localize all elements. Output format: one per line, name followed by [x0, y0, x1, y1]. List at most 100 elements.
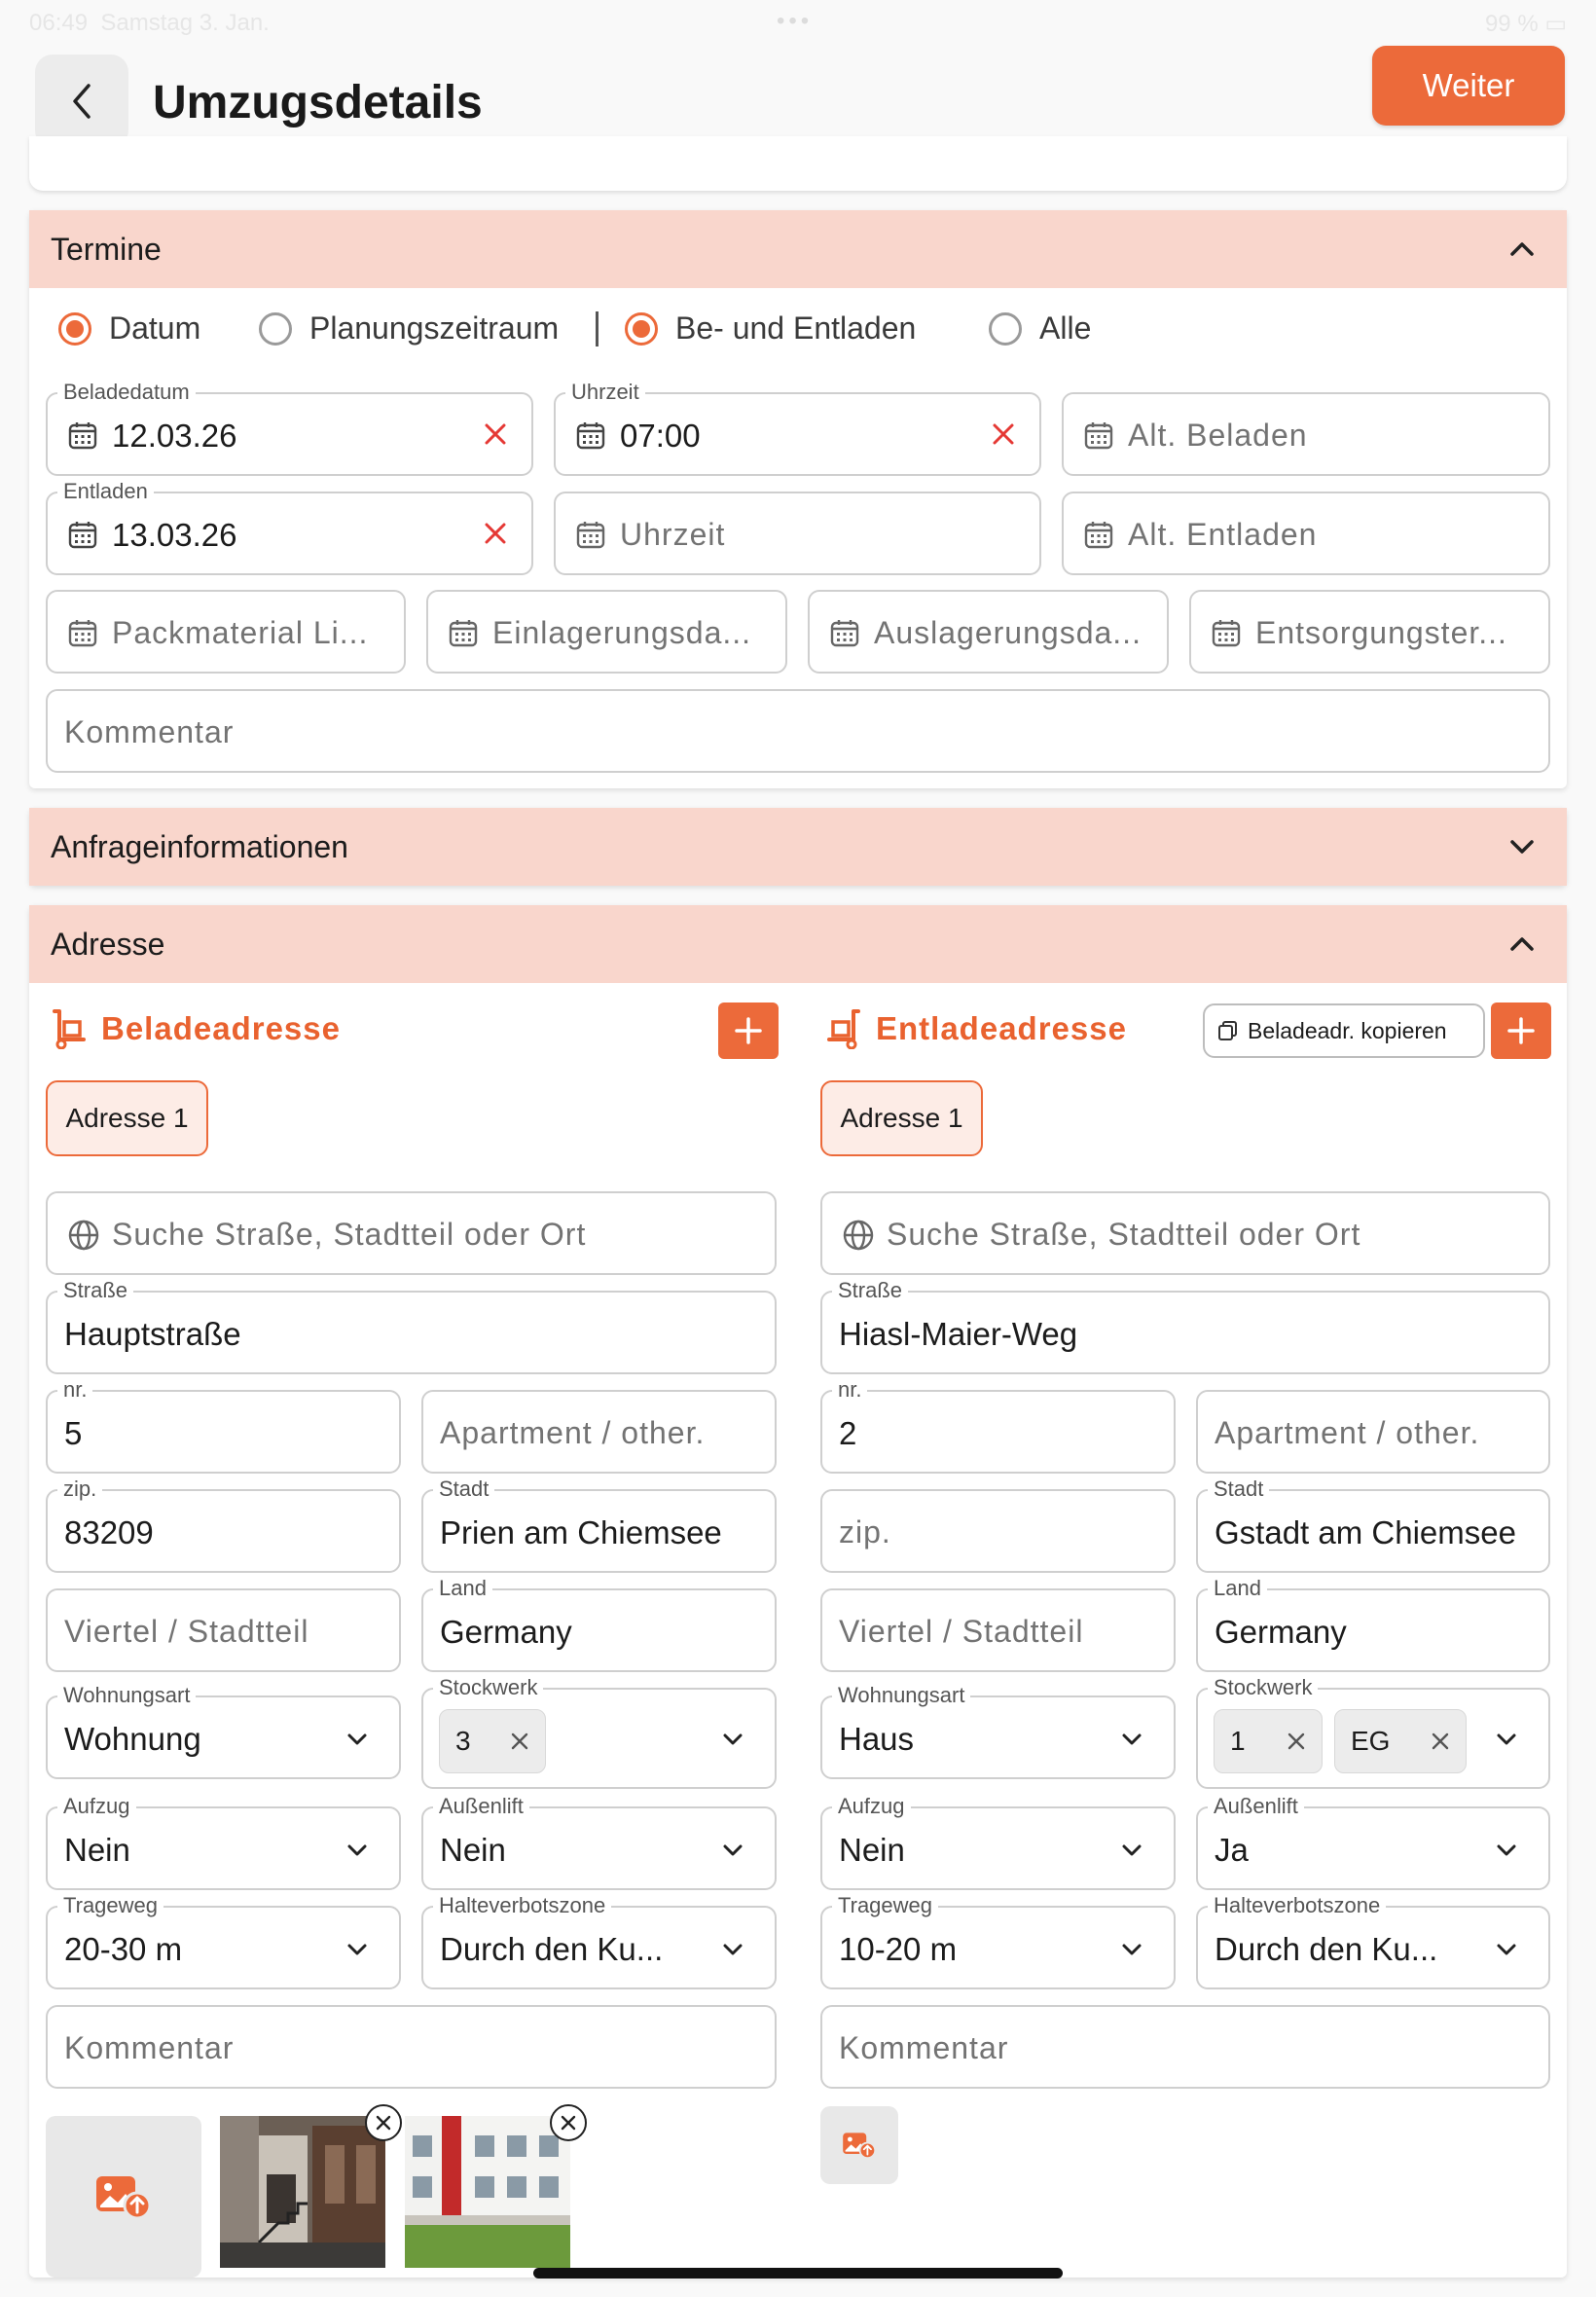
- field-value: Haus: [839, 1721, 915, 1757]
- beladeadresse-tab-1[interactable]: Adresse 1: [46, 1080, 208, 1156]
- close-icon[interactable]: [508, 1730, 531, 1753]
- uhrzeit-beladen-field[interactable]: Uhrzeit 07:00: [554, 381, 1041, 476]
- belade-photo-upload-button[interactable]: [46, 2116, 201, 2278]
- calendar-icon: [1084, 522, 1113, 549]
- entlade-stockwerk-select[interactable]: Stockwerk 1 EG: [1196, 1676, 1550, 1789]
- anfrage-header[interactable]: Anfrageinformationen: [29, 808, 1567, 886]
- status-time: 06:49 Samstag 3. Jan.: [29, 10, 270, 36]
- belade-stadt-field[interactable]: Stadt Prien am Chiemsee: [421, 1477, 777, 1573]
- alt-beladen-field[interactable]: Alt. Beladen: [1062, 392, 1550, 476]
- belade-wohnungsart-select[interactable]: Wohnungsart Wohnung: [46, 1684, 401, 1779]
- entlade-nr-field[interactable]: nr. 2: [820, 1378, 1176, 1474]
- field-label: Aufzug: [57, 1795, 136, 1818]
- back-button[interactable]: [35, 55, 128, 148]
- entlade-aufzug-select[interactable]: Aufzug Nein: [820, 1795, 1176, 1890]
- entlade-halteverbotszone-select[interactable]: Halteverbotszone Durch den Ku...: [1196, 1894, 1550, 1989]
- add-entladeadresse-button[interactable]: [1491, 1003, 1551, 1059]
- belade-aufzug-select[interactable]: Aufzug Nein: [46, 1795, 401, 1890]
- entlade-search-field[interactable]: Suche Straße, Stadtteil oder Ort: [820, 1191, 1550, 1275]
- field-placeholder: Viertel / Stadtteil: [64, 1614, 309, 1649]
- stairwell-photo[interactable]: [220, 2116, 385, 2268]
- entsorgungstermin-field[interactable]: Entsorgungster...: [1189, 590, 1550, 674]
- hand-truck-icon: [53, 1009, 86, 1049]
- stockwerk-chip[interactable]: EG: [1334, 1709, 1467, 1773]
- field-label: Stockwerk: [1208, 1676, 1319, 1699]
- radio-planungszeitraum[interactable]: Planungszeitraum: [259, 310, 559, 346]
- belade-apartment-field[interactable]: Apartment / other.: [421, 1390, 777, 1474]
- chevron-down-icon: [1122, 1844, 1142, 1856]
- entlade-photo-upload-button[interactable]: [820, 2106, 898, 2184]
- entlade-stadt-field[interactable]: Stadt Gstadt am Chiemsee: [1196, 1477, 1550, 1573]
- entlade-kommentar-field[interactable]: Kommentar: [820, 2005, 1550, 2089]
- field-label: Stockwerk: [433, 1676, 544, 1699]
- battery-indicator: 99 % ▭: [1484, 11, 1567, 37]
- uhrzeit-entladen-field[interactable]: Uhrzeit: [554, 492, 1041, 575]
- radio-datum[interactable]: Datum: [58, 310, 200, 346]
- belade-trageweg-select[interactable]: Trageweg 20-30 m: [46, 1894, 401, 1989]
- chevron-up-icon: [1510, 242, 1534, 256]
- einlagerungsdatum-field[interactable]: Einlagerungsda...: [426, 590, 787, 674]
- field-label: Halteverbotszone: [1208, 1894, 1387, 1917]
- next-button[interactable]: Weiter: [1372, 46, 1565, 126]
- chevron-down-icon: [347, 1733, 367, 1745]
- alt-entladen-field[interactable]: Alt. Entladen: [1062, 492, 1550, 575]
- close-icon[interactable]: [1429, 1730, 1452, 1753]
- radio-alle[interactable]: Alle: [989, 310, 1091, 346]
- packmaterial-field[interactable]: Packmaterial Li...: [46, 590, 406, 674]
- field-label: Stadt: [433, 1477, 495, 1501]
- field-label: Entladen: [57, 480, 154, 503]
- belade-nr-field[interactable]: nr. 5: [46, 1378, 401, 1474]
- entladeadresse-tab-1[interactable]: Adresse 1: [820, 1080, 983, 1156]
- clear-icon[interactable]: [989, 419, 1018, 449]
- clear-icon[interactable]: [481, 519, 510, 548]
- entlade-zip-field[interactable]: zip.: [820, 1489, 1176, 1573]
- termine-kommentar-field[interactable]: Kommentar: [46, 689, 1550, 773]
- beladedatum-field[interactable]: Beladedatum 12.03.26: [46, 381, 533, 476]
- building-photo[interactable]: [405, 2116, 570, 2268]
- entlade-strasse-field[interactable]: Straße Hiasl-Maier-Weg: [820, 1279, 1550, 1374]
- radio-be-und-entladen[interactable]: Be- und Entladen: [625, 310, 916, 346]
- anfrage-card: Anfrageinformationen: [29, 808, 1567, 886]
- chevron-down-icon: [347, 1844, 367, 1856]
- field-placeholder: Apartment / other.: [1215, 1415, 1480, 1450]
- entlade-aussenlift-select[interactable]: Außenlift Ja: [1196, 1795, 1550, 1890]
- image-upload-icon: [843, 2133, 877, 2160]
- belade-stockwerk-select[interactable]: Stockwerk 3: [421, 1676, 777, 1789]
- field-placeholder: Packmaterial Li...: [112, 615, 369, 650]
- stockwerk-chip[interactable]: 1: [1214, 1709, 1323, 1773]
- adresse-header[interactable]: Adresse: [29, 905, 1567, 983]
- add-beladeadresse-button[interactable]: [718, 1003, 779, 1059]
- entlade-apartment-field[interactable]: Apartment / other.: [1196, 1390, 1550, 1474]
- field-label: Straße: [57, 1279, 134, 1302]
- entladen-datum-field[interactable]: Entladen 13.03.26: [46, 480, 533, 575]
- plus-icon: [735, 1017, 762, 1044]
- belade-aussenlift-select[interactable]: Außenlift Nein: [421, 1795, 777, 1890]
- belade-halteverbotszone-select[interactable]: Halteverbotszone Durch den Ku...: [421, 1894, 777, 1989]
- belade-zip-field[interactable]: zip. 83209: [46, 1477, 401, 1573]
- entlade-trageweg-select[interactable]: Trageweg 10-20 m: [820, 1894, 1176, 1989]
- remove-photo-button[interactable]: [365, 2104, 402, 2141]
- belade-kommentar-field[interactable]: Kommentar: [46, 2005, 777, 2089]
- belade-strasse-field[interactable]: Straße Hauptstraße: [46, 1279, 777, 1374]
- chevron-down-icon: [1497, 1844, 1516, 1856]
- entlade-wohnungsart-select[interactable]: Wohnungsart Haus: [820, 1684, 1176, 1779]
- field-label: Land: [1208, 1577, 1267, 1600]
- page-title: Umzugsdetails: [153, 77, 483, 128]
- radio-unchecked-icon: [989, 311, 1022, 346]
- stockwerk-chip[interactable]: 3: [439, 1709, 546, 1773]
- entlade-viertel-field[interactable]: Viertel / Stadtteil: [820, 1588, 1176, 1672]
- belade-land-field[interactable]: Land Germany: [421, 1577, 777, 1672]
- field-label: zip.: [57, 1477, 103, 1501]
- clear-icon[interactable]: [481, 419, 510, 449]
- chevron-down-icon: [723, 1844, 743, 1856]
- termine-header[interactable]: Termine: [29, 210, 1567, 288]
- belade-viertel-field[interactable]: Viertel / Stadtteil: [46, 1588, 401, 1672]
- auslagerungsdatum-field[interactable]: Auslagerungsda...: [808, 590, 1169, 674]
- copy-beladeadresse-button[interactable]: Beladeadr. kopieren: [1203, 1003, 1485, 1058]
- home-indicator: [533, 2268, 1063, 2279]
- belade-search-field[interactable]: Suche Straße, Stadtteil oder Ort: [46, 1191, 777, 1275]
- remove-photo-button[interactable]: [550, 2104, 587, 2141]
- close-icon[interactable]: [1285, 1730, 1308, 1753]
- field-placeholder: Alt. Beladen: [1128, 418, 1308, 453]
- entlade-land-field[interactable]: Land Germany: [1196, 1577, 1550, 1672]
